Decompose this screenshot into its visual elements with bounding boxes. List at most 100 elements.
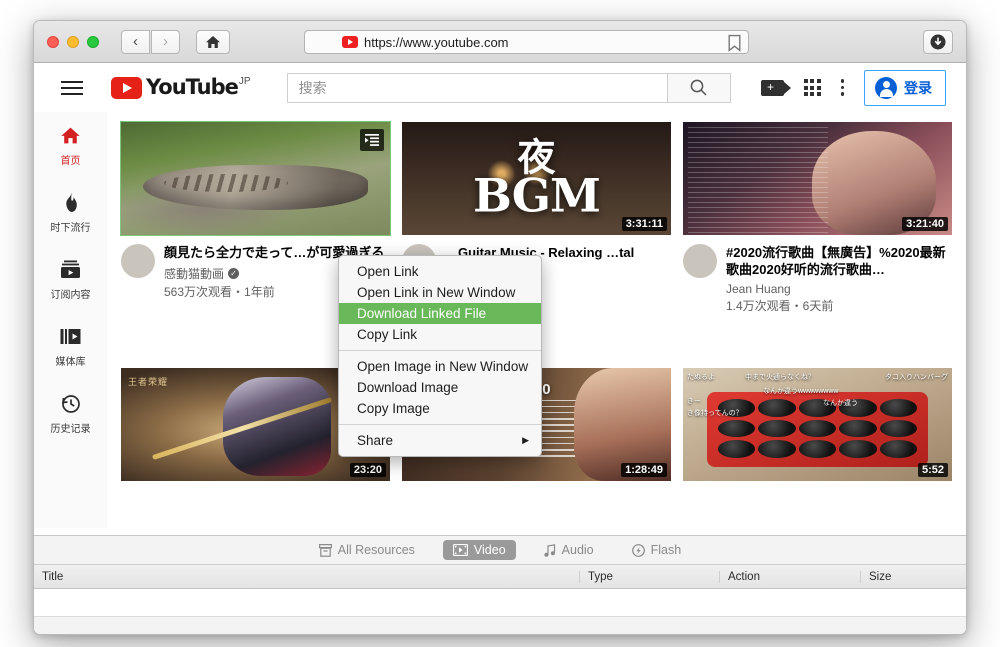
sidebar-item-history[interactable]: 历史记录 (34, 392, 107, 435)
video-thumbnail[interactable]: 夜 BGM 3:31:11 (402, 122, 671, 235)
column-header-size[interactable]: Size (860, 570, 966, 583)
filter-label: Flash (650, 543, 682, 557)
youtube-logo[interactable]: YouTube JP (111, 74, 251, 99)
download-arrow-icon (930, 34, 946, 50)
danmaku-text: たぬるよ (687, 373, 715, 381)
filter-flash[interactable]: Flash (622, 540, 692, 560)
youtube-logo-text: YouTube (146, 74, 239, 99)
history-clock-icon (60, 392, 81, 414)
menu-item-open-image-new-window[interactable]: Open Image in New Window (339, 356, 541, 377)
video-card[interactable]: 3:21:40 #2020流行歌曲【無廣告】%2020最新歌曲2020好听的流行… (683, 122, 952, 362)
hamburger-menu-icon[interactable] (61, 77, 83, 99)
downloader-panel: All Resources Video Audio Flash Title Ty… (34, 535, 966, 634)
menu-item-label: Open Link in New Window (357, 285, 516, 300)
library-icon (60, 325, 81, 347)
menu-item-label: Copy Link (357, 327, 418, 342)
channel-name[interactable]: Jean Huang (726, 282, 791, 296)
sidebar-item-trending[interactable]: 时下流行 (34, 191, 107, 234)
menu-item-label: Download Linked File (357, 306, 487, 321)
close-window-button[interactable] (47, 35, 59, 48)
address-bar[interactable]: https://www.youtube.com (304, 30, 749, 54)
youtube-sidebar: 首页 时下流行 订阅内容 媒体库 历史记录 (34, 112, 107, 528)
window-controls (47, 35, 99, 48)
danmaku-text: き像持ってんの？ (687, 409, 743, 417)
home-icon (206, 35, 220, 48)
danmaku-text: なんか違う (823, 399, 858, 407)
bookmark-icon[interactable] (727, 34, 742, 52)
filter-all-resources[interactable]: All Resources (309, 540, 425, 560)
menu-item-open-link-new-window[interactable]: Open Link in New Window (339, 282, 541, 303)
search-button[interactable] (666, 72, 731, 103)
menu-item-download-linked-file[interactable]: Download Linked File (339, 303, 541, 324)
home-button[interactable] (196, 29, 230, 54)
menu-separator (339, 350, 541, 351)
sidebar-item-library[interactable]: 媒体库 (34, 325, 107, 368)
filter-audio[interactable]: Audio (534, 540, 604, 560)
sidebar-item-home[interactable]: 首页 (34, 124, 107, 167)
sidebar-item-label: 历史记录 (50, 424, 91, 435)
column-header-type[interactable]: Type (579, 570, 719, 583)
flash-slash-icon (631, 543, 645, 557)
playlist-queue-icon[interactable] (360, 129, 384, 151)
menu-item-label: Share (357, 433, 394, 448)
apps-grid-icon[interactable] (803, 79, 821, 96)
video-title[interactable]: #2020流行歌曲【無廣告】%2020最新歌曲2020好听的流行歌曲… (726, 244, 952, 278)
video-card[interactable]: たぬるよ 中まで火通らなくね？ タコ入りハンバーグ なんか違うwwwwwwww … (683, 367, 952, 529)
menu-item-download-image[interactable]: Download Image (339, 377, 541, 398)
trending-flame-icon (62, 191, 79, 213)
account-circle-icon (875, 76, 897, 99)
youtube-play-icon (111, 76, 142, 99)
menu-item-copy-image[interactable]: Copy Image (339, 398, 541, 419)
filter-label: All Resources (337, 543, 415, 557)
sidebar-item-label: 时下流行 (50, 223, 91, 234)
music-note-icon (544, 543, 555, 557)
channel-name[interactable]: 感動猫動画 (164, 265, 224, 282)
video-duration: 1:28:49 (621, 462, 667, 477)
video-duration: 3:31:11 (621, 217, 667, 231)
video-camera-plus-icon[interactable]: + (760, 79, 791, 96)
danmaku-text: タコ入りハンバーグ (885, 373, 948, 381)
sidebar-item-label: 订阅内容 (50, 290, 91, 301)
search-icon (690, 79, 707, 96)
more-vertical-icon[interactable] (840, 79, 844, 96)
channel-name-row: Jean Huang (726, 282, 952, 296)
signin-button[interactable]: 登录 (864, 69, 946, 106)
video-thumbnail[interactable] (120, 121, 391, 236)
subscriptions-icon (60, 258, 81, 280)
filter-label: Audio (561, 543, 594, 557)
chevron-right-icon: ▶ (522, 435, 529, 445)
menu-item-copy-link[interactable]: Copy Link (339, 324, 541, 345)
sidebar-item-label: 媒体库 (55, 357, 86, 368)
sidebar-item-subscriptions[interactable]: 订阅内容 (34, 258, 107, 301)
channel-avatar[interactable] (683, 244, 717, 278)
channel-avatar[interactable] (121, 244, 155, 278)
resource-table-body (34, 589, 966, 617)
menu-item-open-link[interactable]: Open Link (339, 261, 541, 282)
home-icon (60, 124, 81, 146)
back-button[interactable]: ‹ (121, 29, 150, 54)
downloads-button[interactable] (923, 30, 953, 54)
thumbnail-overlay-text: 夜 BGM (473, 137, 601, 219)
video-thumbnail[interactable]: 3:21:40 (683, 122, 952, 235)
menu-item-label: Open Link (357, 264, 419, 279)
menu-item-label: Copy Image (357, 401, 430, 416)
browser-titlebar: ‹ › https://www.youtube.com (34, 21, 966, 63)
video-stats: 1.4万次观看・6天前 (726, 299, 834, 313)
filter-video[interactable]: Video (442, 540, 516, 560)
thumbnail-art-takoyaki: たぬるよ 中まで火通らなくね？ タコ入りハンバーグ なんか違うwwwwwwww … (683, 367, 952, 481)
maximize-window-button[interactable] (87, 35, 99, 48)
filter-label: Video (473, 543, 506, 557)
context-menu: Open Link Open Link in New Window Downlo… (338, 255, 542, 457)
minimize-window-button[interactable] (67, 35, 79, 48)
forward-button[interactable]: › (151, 29, 180, 54)
search-input[interactable]: 搜索 (286, 72, 667, 103)
film-icon (452, 544, 468, 556)
menu-item-label: Open Image in New Window (357, 359, 529, 374)
thumbnail-watermark: 王者荣耀 (128, 376, 169, 387)
menu-item-share[interactable]: Share ▶ (339, 430, 541, 451)
youtube-logo-country: JP (238, 75, 251, 87)
video-thumbnail[interactable]: たぬるよ 中まで火通らなくね？ タコ入りハンバーグ なんか違うwwwwwwww … (683, 367, 952, 481)
column-header-title[interactable]: Title (34, 571, 579, 583)
column-header-action[interactable]: Action (719, 570, 860, 583)
search-area: 搜索 (286, 72, 731, 103)
